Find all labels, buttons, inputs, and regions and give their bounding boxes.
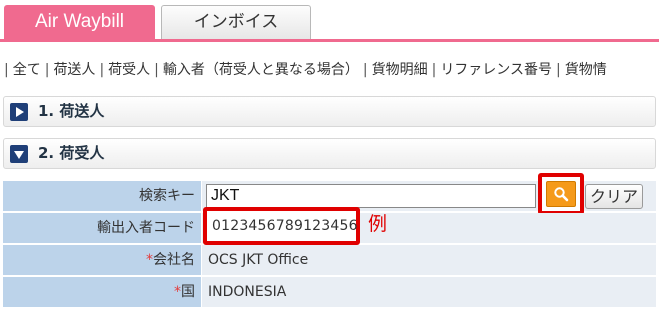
tab-underline <box>0 39 659 42</box>
link-importer[interactable]: 輸入者（荷受人と異なる場合） <box>163 62 359 78</box>
country-label: *国 <box>3 277 201 307</box>
ie-code-cell: 0123456789123456 例 <box>202 207 656 245</box>
separator: | <box>154 62 159 78</box>
separator: | <box>431 62 437 78</box>
row-ie-code: 輸出入者コード 0123456789123456 例 <box>3 207 656 245</box>
company-value: OCS JKT Office <box>202 245 656 275</box>
company-label: *会社名 <box>3 245 201 275</box>
section-title: 2. 荷受人 <box>38 144 105 162</box>
tab-bar: Air Waybill インボイス <box>0 0 659 42</box>
section-title: 1. 荷送人 <box>38 102 105 120</box>
link-reference-number[interactable]: リファレンス番号 <box>440 62 552 78</box>
link-cargo-details[interactable]: 貨物明細 <box>372 62 428 78</box>
tab-air-waybill[interactable]: Air Waybill <box>4 5 155 39</box>
link-consignee[interactable]: 荷受人 <box>108 62 150 78</box>
separator: | <box>362 62 368 78</box>
link-cargo-info[interactable]: 貨物情 <box>565 62 607 78</box>
section-header-consignee[interactable]: 2. 荷受人 <box>3 138 656 169</box>
link-shipper[interactable]: 荷送人 <box>53 62 95 78</box>
company-label-text: 会社名 <box>153 252 195 268</box>
example-note: 例 <box>368 213 388 235</box>
separator: | <box>99 62 105 78</box>
separator: | <box>4 62 9 78</box>
ie-code-label: 輸出入者コード <box>3 213 201 243</box>
ie-code-highlight: 0123456789123456 <box>203 207 360 245</box>
link-all[interactable]: 全て <box>13 62 41 78</box>
row-company: *会社名 OCS JKT Office <box>3 245 656 276</box>
ie-code-value: 0123456789123456 <box>212 218 358 234</box>
search-key-label: 検索キー <box>3 181 201 211</box>
tab-invoice[interactable]: インボイス <box>161 5 311 39</box>
search-button[interactable] <box>546 181 576 207</box>
magnifier-icon <box>547 186 575 202</box>
required-mark: * <box>146 252 153 268</box>
separator: | <box>44 62 50 78</box>
separator: | <box>556 62 561 78</box>
search-button-highlight <box>538 173 584 215</box>
section-links: | 全て | 荷送人 | 荷受人 | 輸入者（荷受人と異なる場合） | 貨物明細 | リファレンス番号… <box>0 59 659 81</box>
country-label-text: 国 <box>181 284 195 300</box>
row-country: *国 INDONESIA <box>3 277 656 308</box>
search-key-input[interactable] <box>206 184 536 208</box>
triangle-right-icon[interactable] <box>10 103 28 121</box>
triangle-down-icon[interactable] <box>10 145 28 163</box>
clear-button[interactable]: クリア <box>585 184 643 209</box>
country-value: INDONESIA <box>202 277 656 307</box>
section-header-shipper[interactable]: 1. 荷送人 <box>3 96 656 127</box>
required-mark: * <box>174 284 181 300</box>
